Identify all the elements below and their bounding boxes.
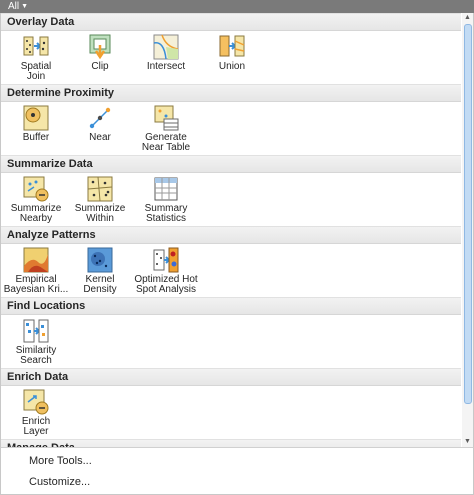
tool-intersect[interactable]: Intersect: [133, 33, 199, 83]
tool-empirical-bayesian-kriging[interactable]: Empirical Bayesian Kri...: [3, 246, 69, 296]
union-icon: [219, 35, 245, 57]
group-items-overlay-data: Spatial Join Clip Intersect Union: [1, 31, 461, 84]
tool-label: Enrich Layer: [21, 416, 51, 437]
tool-label: Summary Statistics: [144, 203, 188, 224]
tool-near[interactable]: Near: [67, 104, 133, 154]
group-items-analyze-patterns: Empirical Bayesian Kri... Kernel Density…: [1, 244, 461, 297]
group-header-overlay-data: Overlay Data: [1, 13, 461, 31]
group-header-determine-proximity: Determine Proximity: [1, 84, 461, 102]
tool-label: Similarity Search: [15, 345, 57, 366]
near-icon: [89, 107, 111, 129]
group-header-summarize-data: Summarize Data: [1, 155, 461, 173]
intersect-icon: [153, 34, 179, 60]
tool-label: Optimized Hot Spot Analysis: [134, 274, 198, 295]
tool-label: Spatial Join: [20, 61, 52, 82]
tool-label: Kernel Density: [83, 274, 117, 295]
summary-statistics-icon: [154, 177, 178, 201]
menu-item-customize[interactable]: Customize...: [1, 472, 471, 492]
buffer-icon: [23, 105, 49, 131]
group-items-summarize-data: Summarize Nearby Summarize Within Summar…: [1, 173, 461, 226]
filter-label: All: [8, 1, 20, 12]
chevron-down-icon: ▼: [21, 3, 29, 10]
scroll-up-arrow-icon[interactable]: ▲: [462, 13, 473, 23]
spatial-join-icon: [23, 36, 49, 56]
clip-icon: [89, 34, 111, 60]
gallery-scrollbar[interactable]: ▲ ▼: [462, 13, 473, 447]
tool-generate-near-table[interactable]: Generate Near Table: [133, 104, 199, 154]
tool-union[interactable]: Union: [199, 33, 265, 83]
gallery-menu: More Tools... Customize...: [0, 447, 474, 495]
optimized-hot-spot-icon: [153, 247, 179, 273]
tool-label: Clip: [91, 61, 109, 72]
scroll-thumb[interactable]: [464, 24, 472, 404]
tool-buffer[interactable]: Buffer: [3, 104, 69, 154]
summarize-within-icon: [87, 176, 113, 202]
tool-spatial-join[interactable]: Spatial Join: [3, 33, 69, 83]
menu-item-more-tools[interactable]: More Tools...: [1, 451, 471, 471]
summarize-nearby-icon: [23, 176, 49, 202]
tool-label: Generate Near Table: [141, 132, 191, 153]
tool-similarity-search[interactable]: Similarity Search: [3, 317, 69, 367]
tool-label: Intersect: [146, 61, 186, 72]
group-items-enrich-data: Enrich Layer: [1, 386, 461, 439]
tool-summary-statistics[interactable]: Summary Statistics: [133, 175, 199, 225]
tool-enrich-layer[interactable]: Enrich Layer: [3, 388, 69, 438]
enrich-layer-icon: [23, 389, 49, 415]
group-items-determine-proximity: Buffer Near Generate Near Table: [1, 102, 461, 155]
group-header-enrich-data: Enrich Data: [1, 368, 461, 386]
tool-kernel-density[interactable]: Kernel Density: [67, 246, 133, 296]
tool-clip[interactable]: Clip: [67, 33, 133, 83]
tool-label: Buffer: [22, 132, 50, 143]
tool-summarize-within[interactable]: Summarize Within: [67, 175, 133, 225]
generate-near-table-icon: [154, 105, 179, 131]
tool-optimized-hot-spot[interactable]: Optimized Hot Spot Analysis: [133, 246, 199, 296]
group-header-manage-data: Manage Data: [1, 439, 461, 447]
tool-label: Near: [89, 132, 111, 143]
similarity-search-icon: [23, 319, 49, 343]
tool-label: Empirical Bayesian Kri...: [3, 274, 69, 295]
tool-gallery: Overlay Data Spatial Join Clip Intersect…: [1, 13, 461, 447]
tool-label: Union: [218, 61, 246, 72]
filter-dropdown[interactable]: All ▼: [5, 1, 31, 12]
group-items-find-locations: Similarity Search: [1, 315, 461, 368]
kernel-density-icon: [87, 247, 113, 273]
scroll-down-arrow-icon[interactable]: ▼: [462, 437, 473, 447]
tool-summarize-nearby[interactable]: Summarize Nearby: [3, 175, 69, 225]
group-header-analyze-patterns: Analyze Patterns: [1, 226, 461, 244]
group-header-find-locations: Find Locations: [1, 297, 461, 315]
tool-label: Summarize Within: [74, 203, 126, 224]
empirical-bayesian-kriging-icon: [23, 247, 49, 273]
tool-label: Summarize Nearby: [10, 203, 62, 224]
gallery-filter-bar: All ▼: [0, 0, 474, 13]
